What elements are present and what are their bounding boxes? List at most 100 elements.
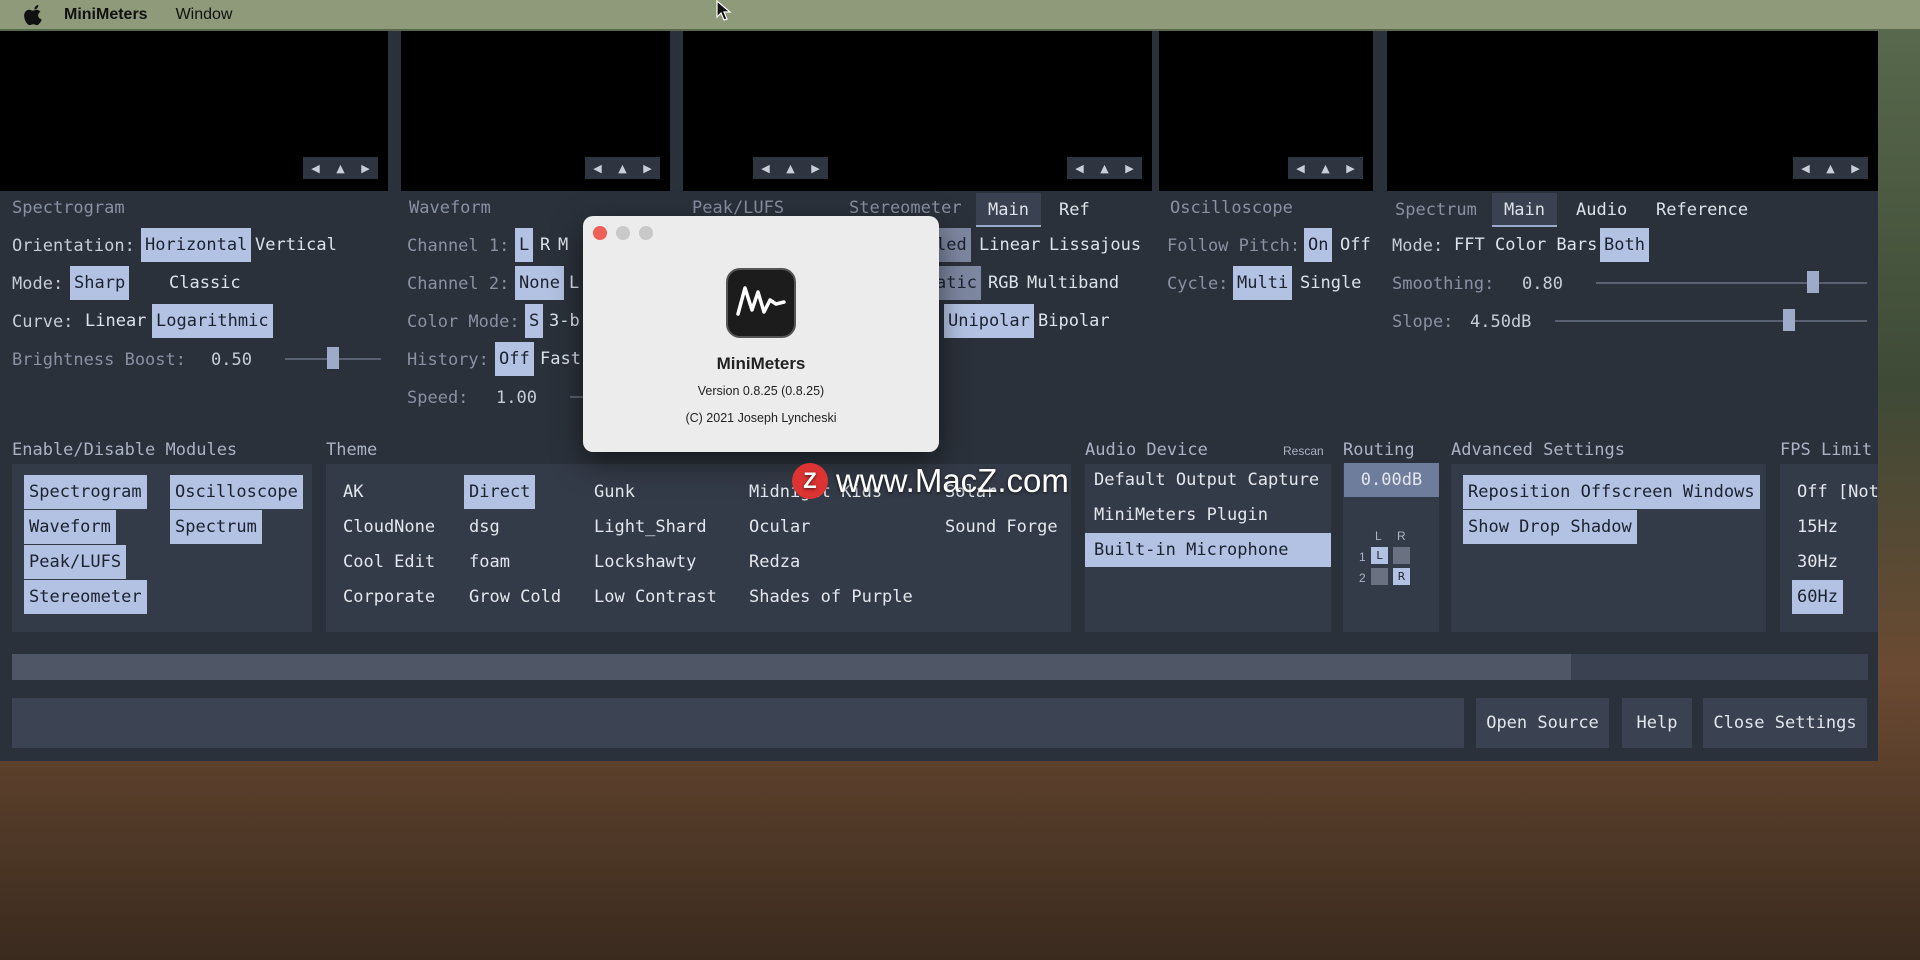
orientation-vertical[interactable]: Vertical — [251, 228, 341, 262]
follow-pitch-on[interactable]: On — [1304, 228, 1333, 262]
spectrum-mode-fft[interactable]: FFT — [1450, 228, 1489, 262]
cycle-multi[interactable]: Multi — [1233, 266, 1293, 300]
tab-stereometer-ref[interactable]: Ref — [1047, 193, 1102, 227]
theme-item[interactable]: Corporate — [338, 580, 440, 614]
routing-cell-1r[interactable] — [1393, 547, 1410, 564]
up-arrow-icon[interactable]: ▲ — [328, 157, 353, 179]
fps-60hz-option[interactable]: 60Hz — [1792, 580, 1843, 614]
module-waveform[interactable]: Waveform — [24, 510, 116, 544]
theme-item[interactable]: Light_Shard — [589, 510, 712, 544]
color-mode-3band[interactable]: 3-b — [545, 304, 584, 338]
theme-item[interactable]: Ocular — [744, 510, 815, 544]
right-arrow-icon[interactable]: ▶ — [635, 157, 660, 179]
smoothing-slider-thumb[interactable] — [1806, 271, 1819, 293]
stereometer-multiband[interactable]: Multiband — [1023, 266, 1123, 300]
follow-pitch-off[interactable]: Off — [1336, 228, 1375, 262]
history-fast[interactable]: Fast — [536, 342, 585, 376]
theme-item[interactable]: dsg — [464, 510, 505, 544]
slope-slider[interactable] — [1555, 320, 1867, 322]
fps-15hz-option[interactable]: 15Hz — [1792, 510, 1843, 544]
routing-cell-1l[interactable]: L — [1371, 547, 1388, 564]
channel1-m[interactable]: M — [554, 228, 572, 262]
slope-slider-thumb[interactable] — [1783, 309, 1795, 331]
audio-device-item[interactable]: Default Output Capture — [1089, 463, 1324, 497]
smoothing-slider[interactable] — [1596, 282, 1867, 284]
speed-slider[interactable] — [570, 396, 584, 398]
close-settings-button[interactable]: Close Settings — [1703, 698, 1867, 748]
apple-icon[interactable] — [24, 4, 42, 25]
reposition-offscreen-windows-option[interactable]: Reposition Offscreen Windows — [1463, 475, 1760, 509]
stereometer-static-option[interactable]: atic — [932, 266, 981, 300]
left-arrow-icon[interactable]: ◀ — [1067, 157, 1092, 179]
spectrum-mode-color-bars[interactable]: Color Bars — [1491, 228, 1601, 262]
stereometer-rgb[interactable]: RGB — [984, 266, 1023, 300]
minimize-window-button[interactable] — [616, 226, 630, 240]
close-window-button[interactable] — [593, 226, 607, 240]
channel1-r[interactable]: R — [536, 228, 554, 262]
stereometer-bipolar[interactable]: Bipolar — [1034, 304, 1114, 338]
channel1-l[interactable]: L — [515, 228, 534, 262]
stereometer-linear[interactable]: Linear — [975, 228, 1044, 262]
show-drop-shadow-option[interactable]: Show Drop Shadow — [1463, 510, 1637, 544]
theme-item-selected[interactable]: Direct — [464, 475, 536, 509]
routing-cell-2l[interactable] — [1371, 568, 1388, 585]
app-menu[interactable]: MiniMeters — [64, 6, 148, 24]
module-spectrum[interactable]: Spectrum — [170, 510, 262, 544]
theme-item[interactable]: Grow Cold — [464, 580, 566, 614]
zoom-window-button[interactable] — [639, 226, 653, 240]
cycle-single[interactable]: Single — [1296, 266, 1365, 300]
theme-item[interactable]: Redza — [744, 545, 805, 579]
spectrum-mode-both[interactable]: Both — [1600, 228, 1649, 262]
window-menu[interactable]: Window — [176, 6, 233, 24]
stereometer-unipolar[interactable]: Unipolar — [944, 304, 1034, 338]
channel2-none[interactable]: None — [515, 266, 564, 300]
tab-spectrum-reference[interactable]: Reference — [1644, 193, 1760, 227]
module-stereometer[interactable]: Stereometer — [24, 580, 147, 614]
theme-item[interactable]: Low Contrast — [589, 580, 722, 614]
theme-item[interactable]: Sound Forge — [940, 510, 1063, 544]
left-arrow-icon[interactable]: ◀ — [303, 157, 328, 179]
mode-classic[interactable]: Classic — [165, 266, 245, 300]
right-arrow-icon[interactable]: ▶ — [1843, 157, 1868, 179]
tab-spectrum-main[interactable]: Main — [1492, 193, 1557, 227]
history-off[interactable]: Off — [495, 342, 534, 376]
up-arrow-icon[interactable]: ▲ — [1092, 157, 1117, 179]
orientation-horizontal[interactable]: Horizontal — [141, 228, 252, 262]
up-arrow-icon[interactable]: ▲ — [1818, 157, 1843, 179]
routing-gain[interactable]: 0.00dB — [1344, 463, 1439, 497]
channel2-l[interactable]: L — [565, 266, 583, 300]
rescan-button[interactable]: Rescan — [1283, 444, 1324, 458]
theme-item[interactable]: foam — [464, 545, 515, 579]
fps-30hz-option[interactable]: 30Hz — [1792, 545, 1843, 579]
up-arrow-icon[interactable]: ▲ — [1313, 157, 1338, 179]
theme-item[interactable]: Lockshawty — [589, 545, 701, 579]
left-arrow-icon[interactable]: ◀ — [1288, 157, 1313, 179]
right-arrow-icon[interactable]: ▶ — [353, 157, 378, 179]
stereometer-lissajous[interactable]: Lissajous — [1045, 228, 1145, 262]
up-arrow-icon[interactable]: ▲ — [778, 157, 803, 179]
tab-spectrum-audio[interactable]: Audio — [1564, 193, 1639, 227]
curve-logarithmic[interactable]: Logarithmic — [152, 304, 273, 338]
help-button[interactable]: Help — [1622, 698, 1692, 748]
mode-sharp[interactable]: Sharp — [70, 266, 130, 300]
right-arrow-icon[interactable]: ▶ — [1338, 157, 1363, 179]
tab-stereometer-main[interactable]: Main — [976, 193, 1041, 227]
left-arrow-icon[interactable]: ◀ — [1793, 157, 1818, 179]
theme-item[interactable]: CloudNone — [338, 510, 440, 544]
right-arrow-icon[interactable]: ▶ — [1117, 157, 1142, 179]
fps-off-option[interactable]: Off [Not — [1792, 475, 1878, 509]
up-arrow-icon[interactable]: ▲ — [610, 157, 635, 179]
theme-item[interactable]: AK — [338, 475, 368, 509]
module-peak-lufs[interactable]: Peak/LUFS — [24, 545, 127, 579]
brightness-slider-thumb[interactable] — [327, 347, 339, 369]
color-mode-s[interactable]: S — [525, 304, 544, 338]
theme-item[interactable]: Gunk — [589, 475, 640, 509]
module-oscilloscope[interactable]: Oscilloscope — [170, 475, 303, 509]
left-arrow-icon[interactable]: ◀ — [585, 157, 610, 179]
audio-device-item[interactable]: MiniMeters Plugin — [1089, 498, 1273, 532]
audio-device-selected[interactable]: Built-in Microphone — [1085, 533, 1331, 567]
module-spectrogram[interactable]: Spectrogram — [24, 475, 147, 509]
left-arrow-icon[interactable]: ◀ — [753, 157, 778, 179]
theme-item[interactable]: Cool Edit — [338, 545, 440, 579]
open-source-button[interactable]: Open Source — [1476, 698, 1609, 748]
